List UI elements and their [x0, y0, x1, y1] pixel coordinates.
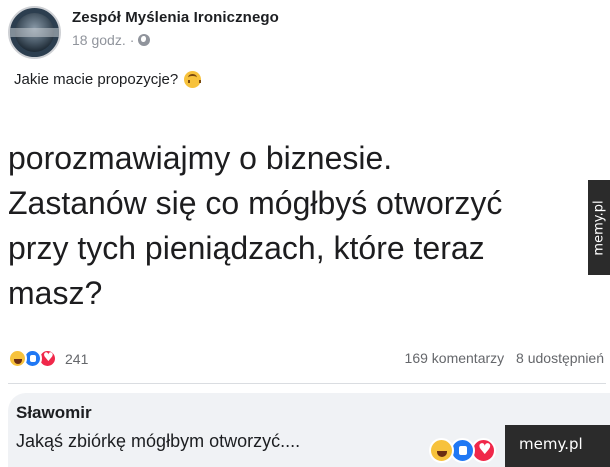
globe-icon: [138, 34, 151, 46]
post-caption: Jakie macie propozycje?: [14, 71, 202, 88]
watermark-side: memy.pl: [588, 180, 610, 275]
image-text-line: przy tych pieniądzach, które teraz: [8, 230, 485, 266]
image-text-line: masz?: [8, 275, 103, 311]
page-name-link[interactable]: Zespół Myślenia Ironicznego: [72, 9, 279, 26]
image-text: porozmawiajmy o biznesie. Zastanów się c…: [8, 136, 502, 316]
post-header-text: Zespół Myślenia Ironicznego 18 godz. ·: [72, 9, 279, 48]
image-text-line: Zastanów się co mógłbyś otworzyć: [8, 185, 503, 221]
watermark-side-text: memy.pl: [591, 199, 607, 256]
post-timestamp[interactable]: 18 godz.: [72, 32, 126, 48]
comment-reactions[interactable]: [429, 438, 496, 463]
comment-text: Jakąś zbiórkę mógłbym otworzyć....: [16, 431, 301, 451]
haha-icon: [429, 438, 454, 463]
upside-down-face-emoji-icon: [184, 71, 202, 88]
engagement-counts: 169 komentarzy 8 udostępnień: [405, 350, 604, 366]
post-image[interactable]: porozmawiajmy o biznesie. Zastanów się c…: [0, 103, 588, 333]
reactions-summary[interactable]: 241: [8, 349, 88, 368]
watermark-bottom: memy.pl: [505, 425, 610, 467]
comments-count-link[interactable]: 169 komentarzy: [405, 350, 505, 366]
shares-count-link[interactable]: 8 udostępnień: [516, 350, 604, 366]
watermark-bottom-text: memy.pl: [519, 435, 583, 453]
comment-author-link[interactable]: Sławomir: [16, 403, 92, 423]
meta-separator: ·: [129, 32, 135, 48]
reaction-count[interactable]: 241: [65, 351, 88, 367]
haha-icon: [8, 349, 27, 368]
post-stats: 241 169 komentarzy 8 udostępnień: [8, 347, 606, 369]
divider: [8, 383, 606, 384]
page-avatar[interactable]: [8, 6, 61, 59]
image-text-line: porozmawiajmy o biznesie.: [8, 140, 393, 176]
post-caption-text: Jakie macie propozycje?: [14, 71, 179, 88]
post-header: Zespół Myślenia Ironicznego 18 godz. ·: [8, 6, 279, 59]
post-meta: 18 godz. ·: [72, 32, 279, 48]
